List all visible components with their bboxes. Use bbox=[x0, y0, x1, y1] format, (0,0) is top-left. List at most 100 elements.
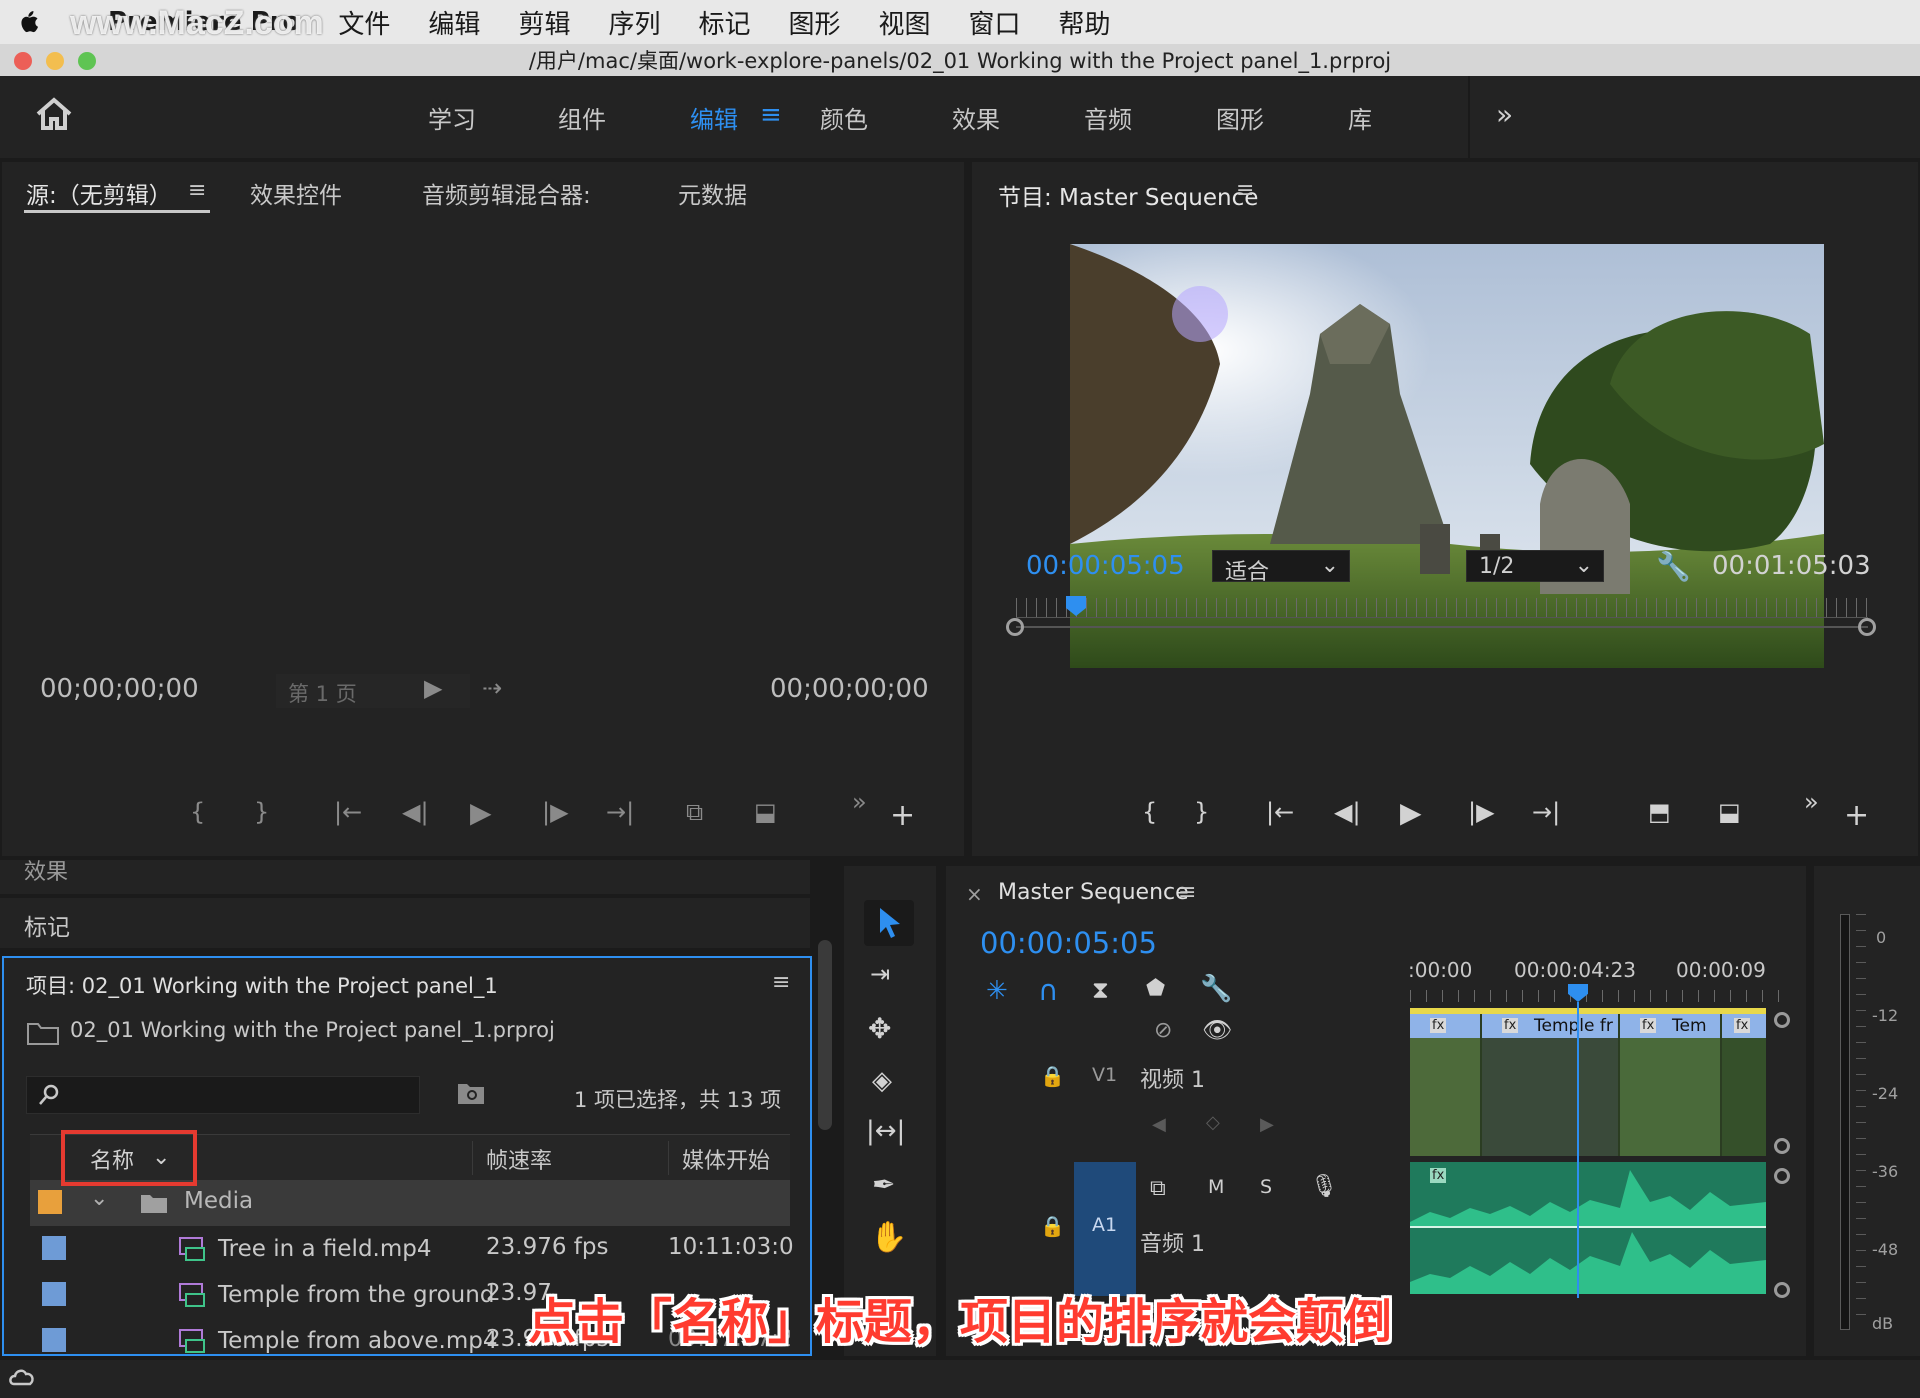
creative-cloud-icon[interactable] bbox=[8, 1366, 36, 1392]
list-item[interactable]: Tree in a field.mp4 23.976 fps 10:11:03:… bbox=[30, 1226, 794, 1272]
more-controls-icon[interactable]: » bbox=[1804, 788, 1819, 816]
menu-sequence[interactable]: 序列 bbox=[608, 4, 660, 41]
step-forward-icon[interactable]: |▶ bbox=[542, 798, 569, 826]
settings-wrench-icon[interactable]: 🔧 bbox=[1656, 550, 1691, 583]
voice-over-record-icon[interactable]: ⧉ bbox=[1150, 1176, 1166, 1201]
project-scrollbar[interactable] bbox=[818, 940, 832, 1130]
step-icon[interactable]: ⇢ bbox=[482, 674, 502, 702]
menu-graphics[interactable]: 图形 bbox=[788, 4, 840, 41]
panel-menu-icon[interactable]: ≡ bbox=[188, 178, 206, 203]
mark-in-icon[interactable]: { bbox=[190, 798, 205, 826]
video-clip[interactable]: fx Temple fr bbox=[1482, 1014, 1618, 1156]
zoom-handle-left[interactable] bbox=[1006, 618, 1024, 636]
tab-audio-clip-mixer[interactable]: 音频剪辑混合器: bbox=[422, 176, 591, 210]
audio-clip[interactable]: fx bbox=[1410, 1162, 1766, 1294]
workspace-tab-graphics[interactable]: 图形 bbox=[1216, 100, 1264, 135]
mute-track-button[interactable]: M bbox=[1208, 1176, 1224, 1198]
vertical-scroll-handle[interactable] bbox=[1774, 1138, 1790, 1154]
workspace-tab-color[interactable]: 颜色 bbox=[820, 100, 868, 135]
zoom-window-button[interactable] bbox=[78, 52, 96, 70]
source-timecode-current[interactable]: 00;00;00;00 bbox=[40, 674, 199, 704]
menu-clip[interactable]: 剪辑 bbox=[518, 4, 570, 41]
go-to-out-icon[interactable]: →| bbox=[606, 798, 634, 826]
program-ruler[interactable] bbox=[1016, 598, 1868, 618]
go-to-in-icon[interactable]: |← bbox=[334, 798, 362, 826]
column-header-frame-rate[interactable]: 帧速率 bbox=[486, 1143, 552, 1175]
workspace-tab-libraries[interactable]: 库 bbox=[1348, 100, 1372, 135]
sync-lock-icon[interactable]: ⊘ bbox=[1154, 1018, 1172, 1043]
project-panel-title[interactable]: 项目: 02_01 Working with the Project panel… bbox=[26, 970, 498, 1000]
playhead-line[interactable] bbox=[1577, 1002, 1579, 1298]
panel-menu-icon[interactable]: ≡ bbox=[1178, 880, 1196, 905]
track-select-tool-icon[interactable]: ⇥ bbox=[870, 960, 890, 988]
linked-selection-icon[interactable]: ∩ bbox=[1038, 974, 1059, 1007]
add-button-icon[interactable]: + bbox=[890, 798, 915, 833]
video-track-clips[interactable]: fx fx Temple fr fx Tem fx bbox=[1410, 1008, 1766, 1156]
hand-tool-icon[interactable]: ✋ bbox=[870, 1220, 907, 1255]
play-icon[interactable]: ▶ bbox=[1400, 796, 1422, 829]
label-color-swatch[interactable] bbox=[42, 1236, 66, 1260]
resolution-dropdown[interactable]: 1/2 ⌄ bbox=[1466, 550, 1604, 582]
step-forward-icon[interactable]: |▶ bbox=[1468, 798, 1495, 826]
vertical-scroll-handle[interactable] bbox=[1774, 1012, 1790, 1028]
workspace-tab-effects[interactable]: 效果 bbox=[952, 100, 1000, 135]
audio-track-target[interactable]: A1 bbox=[1074, 1162, 1136, 1296]
more-workspaces-icon[interactable]: » bbox=[1496, 98, 1513, 131]
mark-out-icon[interactable]: } bbox=[1194, 798, 1209, 826]
workspace-tab-editing[interactable]: 编辑 bbox=[690, 100, 738, 135]
insert-edit-icon[interactable]: ⧗ bbox=[1092, 976, 1109, 1004]
zoom-scroll-bar[interactable] bbox=[1016, 626, 1868, 628]
video-clip[interactable]: fx bbox=[1722, 1014, 1766, 1156]
menu-markers[interactable]: 标记 bbox=[698, 4, 750, 41]
overwrite-clip-icon[interactable]: ⬓ bbox=[754, 798, 777, 826]
eye-icon[interactable]: 👁 bbox=[1202, 1016, 1232, 1044]
search-input[interactable] bbox=[26, 1076, 420, 1114]
vertical-scroll-handle[interactable] bbox=[1774, 1168, 1790, 1184]
workspace-menu-icon[interactable]: ≡ bbox=[760, 100, 782, 130]
menu-file[interactable]: 文件 bbox=[338, 4, 390, 41]
timeline-timecode[interactable]: 00:00:05:05 bbox=[980, 926, 1157, 960]
menu-window[interactable]: 窗口 bbox=[969, 4, 1021, 41]
tab-markers[interactable]: 标记 bbox=[24, 908, 70, 942]
razor-tool-icon[interactable]: ◈ bbox=[872, 1066, 892, 1096]
more-controls-icon[interactable]: » bbox=[852, 788, 867, 816]
timeline-settings-wrench-icon[interactable]: 🔧 bbox=[1200, 974, 1232, 1004]
close-tab-icon[interactable]: × bbox=[966, 882, 983, 906]
pen-tool-icon[interactable]: ✒ bbox=[872, 1168, 895, 1201]
step-back-icon[interactable]: ◀| bbox=[1334, 798, 1361, 826]
add-button-icon[interactable]: + bbox=[1844, 798, 1869, 833]
bin-row-media[interactable]: ⌄ Media bbox=[30, 1180, 790, 1226]
program-title[interactable]: 节目: Master Sequence bbox=[998, 178, 1258, 212]
zoom-handle-right[interactable] bbox=[1858, 618, 1876, 636]
label-color-swatch[interactable] bbox=[42, 1328, 66, 1352]
tab-metadata[interactable]: 元数据 bbox=[678, 176, 747, 210]
extract-icon[interactable]: ⬓ bbox=[1718, 798, 1741, 826]
solo-track-button[interactable]: S bbox=[1260, 1176, 1272, 1198]
label-color-swatch[interactable] bbox=[42, 1282, 66, 1306]
menu-help[interactable]: 帮助 bbox=[1059, 4, 1111, 41]
program-timecode-current[interactable]: 00:00:05:05 bbox=[1026, 551, 1185, 581]
vertical-scroll-handle[interactable] bbox=[1774, 1282, 1790, 1298]
workspace-tab-audio[interactable]: 音频 bbox=[1084, 100, 1132, 135]
apple-logo-icon[interactable] bbox=[0, 0, 56, 44]
panel-menu-icon[interactable]: ≡ bbox=[772, 970, 790, 995]
home-icon[interactable] bbox=[34, 96, 74, 132]
lock-icon[interactable]: 🔒 bbox=[1040, 1064, 1065, 1088]
mark-in-icon[interactable]: { bbox=[1142, 798, 1157, 826]
go-to-in-icon[interactable]: |← bbox=[1266, 798, 1294, 826]
video-clip[interactable]: fx Tem bbox=[1620, 1014, 1720, 1156]
lift-icon[interactable]: ⬒ bbox=[1648, 798, 1671, 826]
prev-keyframe-icon[interactable]: ◀ bbox=[1152, 1114, 1166, 1135]
timeline-ruler[interactable] bbox=[1410, 990, 1786, 1002]
chevron-down-icon[interactable]: ⌄ bbox=[90, 1186, 108, 1211]
step-back-icon[interactable]: ◀| bbox=[402, 798, 429, 826]
minimize-window-button[interactable] bbox=[46, 52, 64, 70]
insert-clip-icon[interactable]: ⧉ bbox=[686, 798, 703, 826]
insert-icon[interactable]: ▶ bbox=[424, 674, 442, 702]
tab-effects[interactable]: 效果 bbox=[24, 854, 68, 886]
next-keyframe-icon[interactable]: ▶ bbox=[1260, 1114, 1274, 1135]
panel-menu-icon[interactable]: ≡ bbox=[1236, 178, 1254, 203]
ripple-edit-tool-icon[interactable]: ✥ bbox=[868, 1012, 891, 1045]
mark-out-icon[interactable]: } bbox=[254, 798, 269, 826]
workspace-tab-assembly[interactable]: 组件 bbox=[558, 100, 606, 135]
